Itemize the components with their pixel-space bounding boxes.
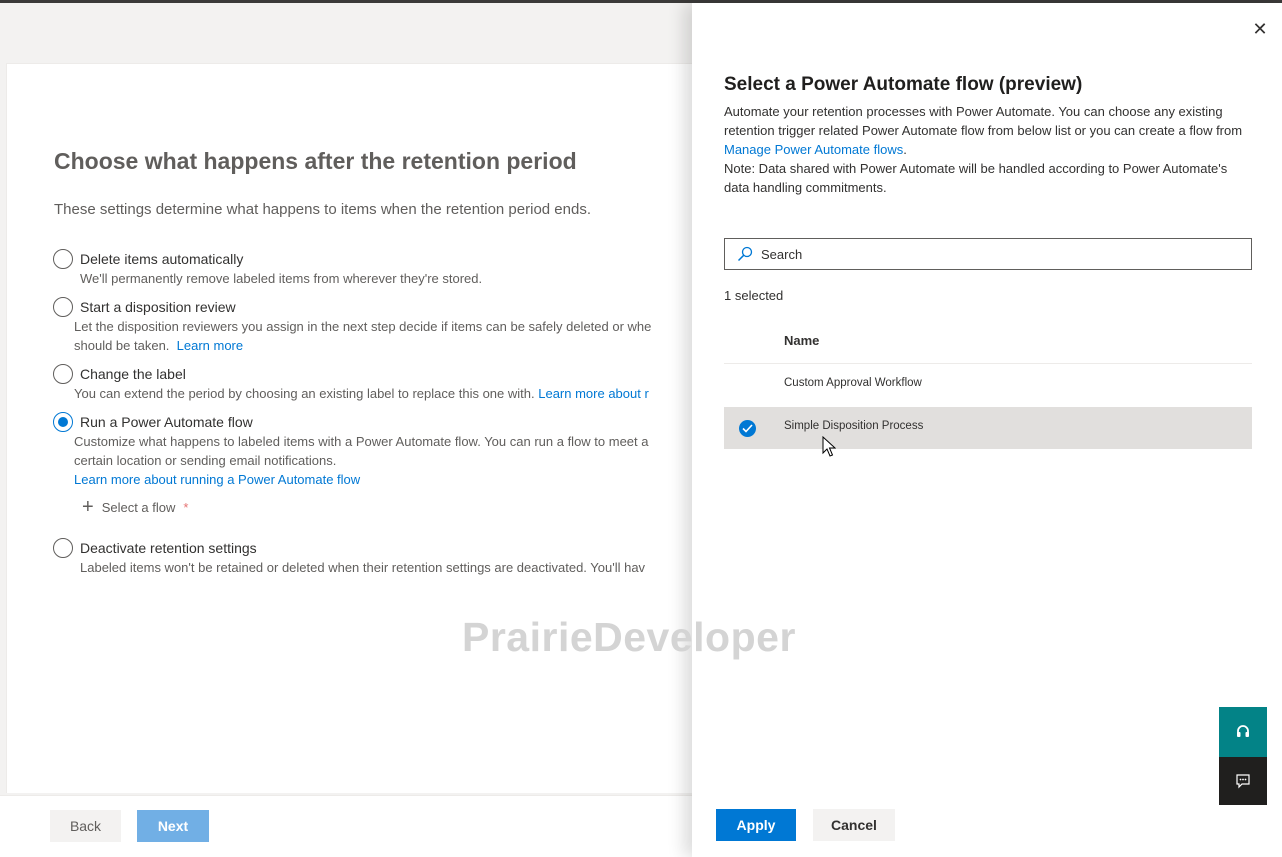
option-label: Run a Power Automate flow <box>80 414 253 430</box>
option-description: Let the disposition reviewers you assign… <box>74 319 652 334</box>
radio-deactivate-retention[interactable] <box>53 538 73 558</box>
back-button[interactable]: Back <box>50 810 121 842</box>
option-description: You can extend the period by choosing an… <box>74 386 649 401</box>
radio-run-power-automate[interactable] <box>53 412 73 432</box>
manage-flows-link[interactable]: Manage Power Automate flows <box>724 142 903 157</box>
option-label: Delete items automatically <box>80 251 244 267</box>
column-header-label: Name <box>784 333 820 348</box>
required-marker: * <box>183 499 189 515</box>
apply-button[interactable]: Apply <box>716 809 796 841</box>
radio-delete-items[interactable] <box>53 249 73 269</box>
flow-name: Custom Approval Workflow <box>784 377 922 389</box>
selected-count: 1 selected <box>724 288 784 303</box>
search-icon <box>737 246 753 262</box>
select-flow-button[interactable]: + Select a flow * <box>82 496 189 518</box>
panel-title: Select a Power Automate flow (preview) <box>724 74 1083 95</box>
flow-name: Simple Disposition Process <box>784 420 924 432</box>
search-box[interactable] <box>724 238 1252 270</box>
table-row[interactable]: Custom Approval Workflow <box>724 364 1252 406</box>
next-button[interactable]: Next <box>137 810 209 842</box>
radio-disposition-review[interactable] <box>53 297 73 317</box>
option-description: We'll permanently remove labeled items f… <box>80 271 483 286</box>
help-button[interactable] <box>1219 707 1267 757</box>
select-flow-label: Select a flow <box>101 499 176 515</box>
learn-more-power-automate-link[interactable]: Learn more about running a Power Automat… <box>74 470 360 489</box>
mouse-cursor-icon <box>822 436 836 457</box>
option-label: Deactivate retention settings <box>80 540 257 556</box>
feedback-button[interactable] <box>1219 757 1267 805</box>
column-header-name[interactable]: Name <box>724 320 1252 364</box>
plus-icon: + <box>82 496 94 518</box>
watermark: PrairieDeveloper <box>462 614 796 660</box>
option-label: Start a disposition review <box>80 299 236 315</box>
option-label: Change the label <box>80 366 186 382</box>
headset-icon <box>1237 725 1249 737</box>
option-description: Customize what happens to labeled items … <box>74 434 649 449</box>
option-description-line2: should be taken. Learn more <box>74 338 244 353</box>
learn-more-link[interactable]: Learn more <box>177 338 243 353</box>
radio-change-label[interactable] <box>53 364 73 384</box>
option-description-line2: certain location or sending email notifi… <box>74 453 337 468</box>
option-description: Labeled items won't be retained or delet… <box>80 560 646 575</box>
panel-description: Automate your retention processes with P… <box>724 102 1254 197</box>
panel-note: Note: Data shared with Power Automate wi… <box>724 161 1228 195</box>
chat-icon <box>1236 774 1250 789</box>
table-row-selected[interactable]: Simple Disposition Process <box>724 407 1252 449</box>
learn-more-link[interactable]: Learn more about r <box>538 386 649 401</box>
page-title: Choose what happens after the retention … <box>54 148 577 174</box>
close-icon[interactable]: ✕ <box>1252 20 1268 38</box>
search-input[interactable] <box>761 246 1251 262</box>
checkmark-circle-icon[interactable] <box>739 420 756 437</box>
page-description: These settings determine what happens to… <box>54 201 591 218</box>
cancel-button[interactable]: Cancel <box>813 809 895 841</box>
